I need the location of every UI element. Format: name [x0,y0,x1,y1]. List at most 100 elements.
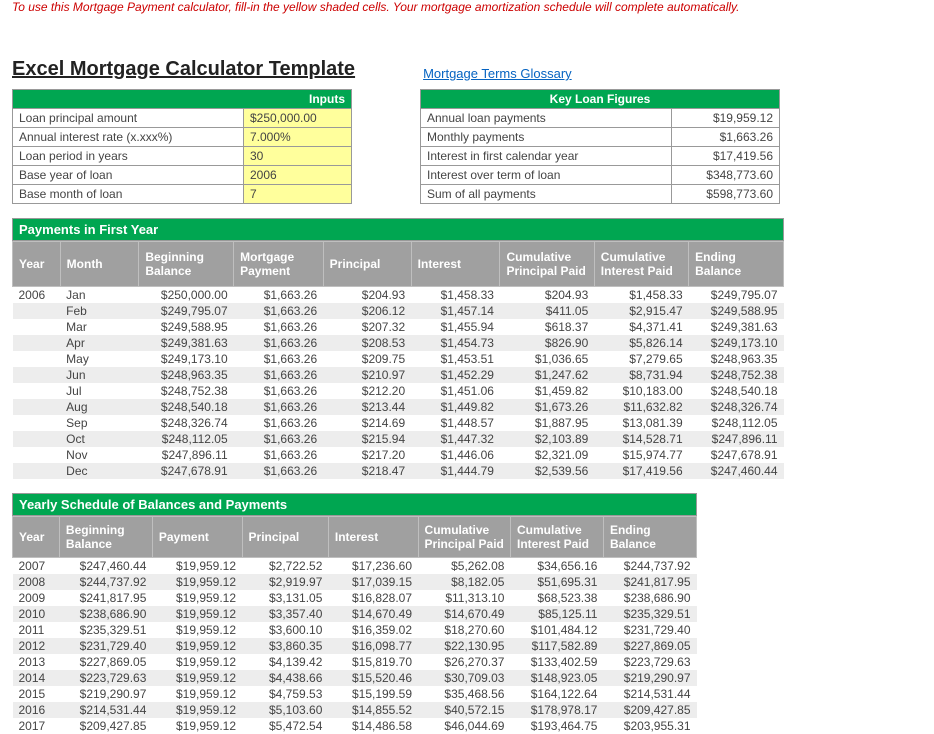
first-year-header: Payments in First Year [12,218,784,241]
column-principal: Principal [323,242,411,287]
cell-value: $8,731.94 [594,367,688,383]
column-cumulative-interest-paid: Cumulative Interest Paid [510,517,603,558]
cell-value: $248,540.18 [689,383,784,399]
cell-value: $22,130.95 [418,638,510,654]
cell-value: $17,419.56 [594,463,688,479]
table-row: Oct$248,112.05$1,663.26$215.94$1,447.32$… [13,431,784,447]
key-label: Interest over term of loan [421,166,672,185]
cell-value: $250,000.00 [139,287,234,304]
cell-value: $235,329.51 [59,622,152,638]
cell-value: $30,709.03 [418,670,510,686]
cell-year: 2007 [13,558,60,575]
cell-year: 2016 [13,702,60,718]
cell-value: $218.47 [323,463,411,479]
cell-value: $248,752.38 [689,367,784,383]
cell-value: $16,828.07 [328,590,418,606]
cell-value: $248,112.05 [139,431,234,447]
table-row: 2010$238,686.90$19,959.12$3,357.40$14,67… [13,606,697,622]
cell-value: $15,819.70 [328,654,418,670]
cell-year [13,431,61,447]
column-ending-balance: Ending Balance [603,517,696,558]
input-value[interactable]: 7 [244,185,352,204]
cell-value: $14,855.52 [328,702,418,718]
cell-value: $223,729.63 [59,670,152,686]
cell-year [13,463,61,479]
cell-value: $148,923.05 [510,670,603,686]
table-row: Jun$248,963.35$1,663.26$210.97$1,452.29$… [13,367,784,383]
cell-value: $19,959.12 [152,558,242,575]
input-value[interactable]: $250,000.00 [244,109,352,128]
key-value: $348,773.60 [672,166,780,185]
cell-value: $2,103.89 [500,431,594,447]
cell-year: 2011 [13,622,60,638]
cell-month: May [60,351,139,367]
cell-month: Dec [60,463,139,479]
glossary-link[interactable]: Mortgage Terms Glossary [423,66,572,81]
cell-value: $16,359.02 [328,622,418,638]
cell-year [13,383,61,399]
cell-value: $1,663.26 [234,303,324,319]
key-label: Annual loan payments [421,109,672,128]
cell-value: $219,290.97 [603,670,696,686]
table-row: 2014$223,729.63$19,959.12$4,438.66$15,52… [13,670,697,686]
cell-year [13,399,61,415]
input-value[interactable]: 30 [244,147,352,166]
input-value[interactable]: 2006 [244,166,352,185]
cell-value: $215.94 [323,431,411,447]
cell-value: $204.93 [500,287,594,304]
cell-value: $244,737.92 [603,558,696,575]
cell-value: $19,959.12 [152,638,242,654]
table-row: Mar$249,588.95$1,663.26$207.32$1,455.94$… [13,319,784,335]
cell-value: $15,199.59 [328,686,418,702]
cell-value: $40,572.15 [418,702,510,718]
column-cumulative-principal-paid: Cumulative Principal Paid [418,517,510,558]
cell-value: $411.05 [500,303,594,319]
input-value[interactable]: 7.000% [244,128,352,147]
cell-year: 2006 [13,287,61,304]
cell-year [13,319,61,335]
cell-value: $14,528.71 [594,431,688,447]
cell-value: $1,663.26 [234,463,324,479]
column-interest: Interest [328,517,418,558]
cell-month: Jan [60,287,139,304]
key-label: Sum of all payments [421,185,672,204]
cell-value: $1,663.26 [234,335,324,351]
cell-value: $7,279.65 [594,351,688,367]
cell-month: Aug [60,399,139,415]
column-interest: Interest [411,242,500,287]
cell-value: $19,959.12 [152,654,242,670]
table-row: 2011$235,329.51$19,959.12$3,600.10$16,35… [13,622,697,638]
input-label: Loan principal amount [13,109,244,128]
cell-value: $193,464.75 [510,718,603,734]
table-row: Sep$248,326.74$1,663.26$214.69$1,448.57$… [13,415,784,431]
cell-value: $214,531.44 [603,686,696,702]
cell-value: $19,959.12 [152,686,242,702]
cell-month: Sep [60,415,139,431]
cell-value: $249,381.63 [139,335,234,351]
key-figures-header: Key Loan Figures [421,90,780,109]
cell-month: Mar [60,319,139,335]
cell-value: $247,460.44 [689,463,784,479]
cell-value: $238,686.90 [603,590,696,606]
table-row: 2009$241,817.95$19,959.12$3,131.05$16,82… [13,590,697,606]
cell-value: $249,795.07 [689,287,784,304]
cell-value: $19,959.12 [152,718,242,734]
cell-value: $1,446.06 [411,447,500,463]
cell-value: $14,670.49 [328,606,418,622]
cell-value: $4,371.41 [594,319,688,335]
table-row: 2012$231,729.40$19,959.12$3,860.35$16,09… [13,638,697,654]
input-label: Loan period in years [13,147,244,166]
key-value: $19,959.12 [672,109,780,128]
cell-value: $1,453.51 [411,351,500,367]
cell-month: Feb [60,303,139,319]
table-row: Aug$248,540.18$1,663.26$213.44$1,449.82$… [13,399,784,415]
table-row: Feb$249,795.07$1,663.26$206.12$1,457.14$… [13,303,784,319]
cell-value: $164,122.64 [510,686,603,702]
cell-year [13,303,61,319]
cell-value: $1,451.06 [411,383,500,399]
table-row: Nov$247,896.11$1,663.26$217.20$1,446.06$… [13,447,784,463]
cell-value: $1,663.26 [234,415,324,431]
table-row: 2013$227,869.05$19,959.12$4,139.42$15,81… [13,654,697,670]
table-row: 2006Jan$250,000.00$1,663.26$204.93$1,458… [13,287,784,304]
cell-value: $223,729.63 [603,654,696,670]
